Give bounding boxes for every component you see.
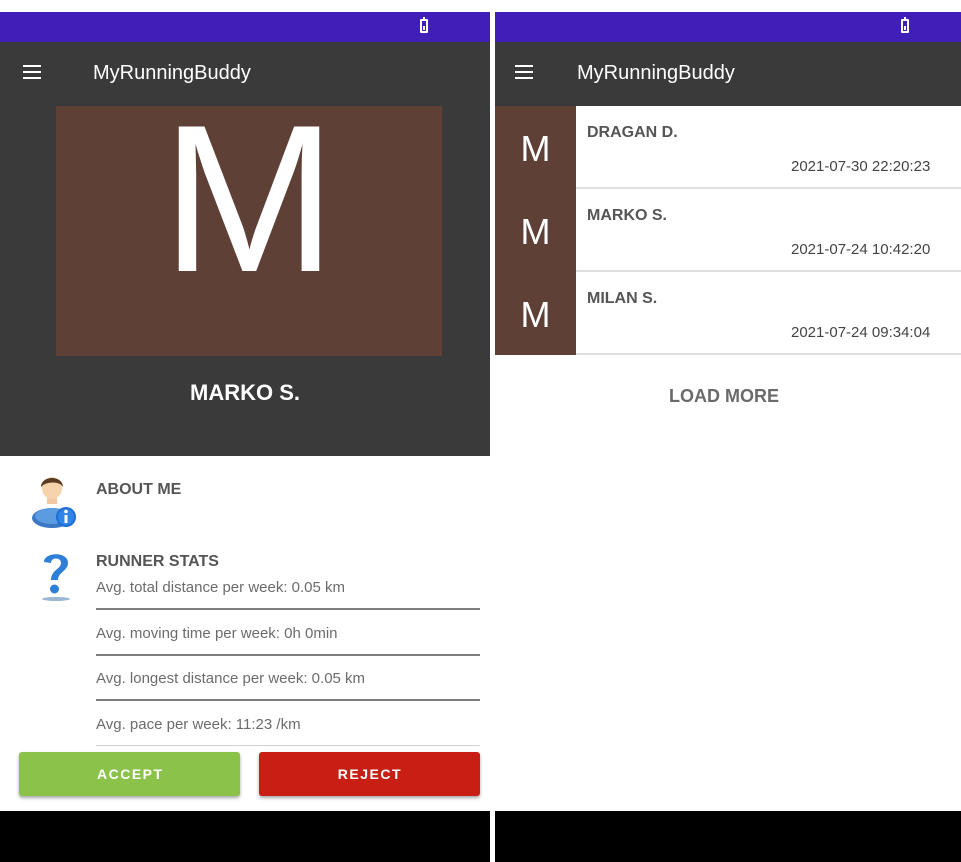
app-title: MyRunningBuddy <box>93 62 251 84</box>
list-item[interactable]: M MILAN S. 2021-07-24 09:34:04 <box>495 272 961 355</box>
request-timestamp: 2021-07-24 10:42:20 <box>791 241 931 258</box>
request-name: DRAGAN D. <box>587 124 678 141</box>
divider <box>96 745 480 746</box>
about-me-heading[interactable]: ABOUT ME <box>96 481 181 499</box>
runner-stats-heading: RUNNER STATS <box>96 553 219 570</box>
avatar: M <box>495 272 576 355</box>
avatar-letter: M <box>520 294 551 335</box>
navigation-bar <box>0 811 490 862</box>
navigation-bar <box>495 811 961 862</box>
profile-header: M MARKO S. <box>0 106 490 456</box>
avatar-letter: M <box>520 128 551 169</box>
list-item[interactable]: M DRAGAN D. 2021-07-30 22:20:23 <box>495 106 961 189</box>
stat-total-distance: Avg. total distance per week: 0.05 km <box>96 579 346 596</box>
stat-moving-time: Avg. moving time per week: 0h 0min <box>96 625 338 642</box>
profile-name: MARKO S. <box>190 380 300 405</box>
avatar-letter: M <box>161 106 337 316</box>
divider <box>576 353 961 355</box>
menu-icon[interactable] <box>23 65 41 79</box>
request-timestamp: 2021-07-24 09:34:04 <box>791 324 931 341</box>
status-bar <box>0 12 490 42</box>
app-bar: MyRunningBuddy <box>0 42 490 106</box>
divider <box>96 699 480 701</box>
user-info-icon <box>32 477 76 528</box>
battery-icon <box>420 17 428 33</box>
accept-button[interactable]: ACCEPT <box>19 752 240 796</box>
stat-pace: Avg. pace per week: 11:23 /km <box>96 716 301 733</box>
menu-icon[interactable] <box>515 65 533 79</box>
profile-screen: MyRunningBuddy M MARKO S. ABOUT ME RUNNE… <box>0 0 490 862</box>
question-mark-icon <box>42 554 70 601</box>
stat-longest-distance: Avg. longest distance per week: 0.05 km <box>96 670 366 687</box>
request-timestamp: 2021-07-30 22:20:23 <box>791 158 931 175</box>
list-item[interactable]: M MARKO S. 2021-07-24 10:42:20 <box>495 189 961 272</box>
avatar-letter: M <box>520 211 551 252</box>
app-bar: MyRunningBuddy <box>495 42 961 106</box>
status-bar <box>495 12 961 42</box>
app-title: MyRunningBuddy <box>577 62 735 84</box>
avatar: M <box>56 106 442 356</box>
request-name: MILAN S. <box>587 290 658 307</box>
reject-button[interactable]: REJECT <box>259 752 480 796</box>
battery-icon <box>901 17 909 33</box>
divider <box>96 608 480 610</box>
load-more-button[interactable]: LOAD MORE <box>669 386 779 407</box>
avatar: M <box>495 189 576 272</box>
avatar: M <box>495 106 576 189</box>
divider <box>96 654 480 656</box>
requests-screen: MyRunningBuddy M DRAGAN D. 2021-07-30 22… <box>495 0 961 862</box>
request-name: MARKO S. <box>587 207 667 224</box>
